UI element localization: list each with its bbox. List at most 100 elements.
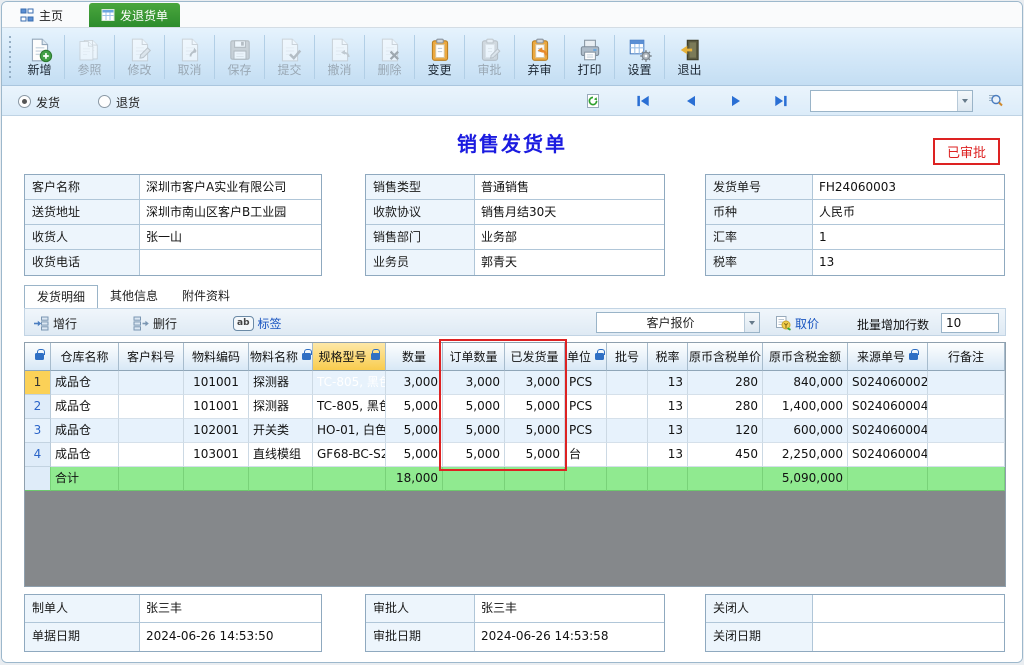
column-header[interactable]: 来源单号 [848, 343, 928, 371]
cell[interactable]: 840,000 [763, 371, 848, 395]
column-header[interactable]: 物料编码 [184, 343, 249, 371]
field-sales-type[interactable]: 普通销售 [475, 175, 664, 199]
cell[interactable]: 台 [565, 443, 607, 467]
column-header[interactable]: 订单数量 [443, 343, 505, 371]
next-record-icon[interactable] [727, 93, 745, 109]
field-customer-name[interactable]: 深圳市客户A实业有限公司 [140, 175, 321, 199]
field-payment-terms[interactable]: 销售月结30天 [475, 200, 664, 224]
cell[interactable] [607, 419, 648, 443]
field-approve-date[interactable]: 2024-06-26 14:53:58 [475, 623, 664, 651]
cell[interactable]: 成品仓 [51, 419, 119, 443]
print-button[interactable]: 打印 [566, 31, 613, 83]
field-currency[interactable]: 人民币 [813, 200, 1004, 224]
cell[interactable]: 280 [688, 395, 763, 419]
cell[interactable]: 5,000 [443, 443, 505, 467]
tab-other-info[interactable]: 其他信息 [98, 285, 170, 308]
reference-button[interactable]: 参照 [66, 31, 113, 83]
cell[interactable] [928, 419, 1005, 443]
cell[interactable]: 5,000 [443, 395, 505, 419]
cell[interactable]: 5,000 [505, 443, 565, 467]
cell[interactable] [607, 371, 648, 395]
first-record-icon[interactable] [634, 93, 652, 109]
cell[interactable]: 直线模组 [249, 443, 313, 467]
record-combo[interactable] [810, 90, 973, 112]
cell[interactable]: 101001 [184, 371, 249, 395]
field-delivery-address[interactable]: 深圳市南山区客户B工业园 [140, 200, 321, 224]
field-creator[interactable]: 张三丰 [140, 595, 321, 622]
column-header[interactable]: 税率 [648, 343, 688, 371]
cell[interactable]: TC-805, 黑色 [313, 371, 386, 395]
cell[interactable]: 5,000 [386, 419, 443, 443]
field-doc-date[interactable]: 2024-06-26 14:53:50 [140, 623, 321, 651]
column-header[interactable]: 行备注 [928, 343, 1005, 371]
unapprove-button[interactable]: 弃审 [516, 31, 563, 83]
toolbar-drag-handle[interactable] [7, 36, 12, 78]
tab-home[interactable]: 主页 [8, 3, 75, 27]
previous-record-icon[interactable] [682, 93, 700, 109]
cell[interactable]: S024060002 [848, 371, 928, 395]
column-header[interactable]: 规格型号 [313, 343, 386, 371]
tab-delivery-return[interactable]: 发退货单 [89, 3, 180, 27]
cell[interactable]: 5,000 [386, 395, 443, 419]
cell[interactable]: 2,250,000 [763, 443, 848, 467]
refresh-icon[interactable] [584, 93, 602, 109]
save-button[interactable]: 保存 [216, 31, 263, 83]
column-header[interactable]: 仓库名称 [51, 343, 119, 371]
cell[interactable]: 280 [688, 371, 763, 395]
record-combo-dropdown[interactable] [957, 91, 972, 111]
cell[interactable]: 开关类 [249, 419, 313, 443]
cell[interactable]: 13 [648, 371, 688, 395]
cancel-button[interactable]: 取消 [166, 31, 213, 83]
cell[interactable]: 3,000 [505, 371, 565, 395]
row-number[interactable]: 3 [25, 419, 51, 443]
column-header[interactable]: 单位 [565, 343, 607, 371]
last-record-icon[interactable] [772, 93, 790, 109]
modify-button[interactable]: 修改 [116, 31, 163, 83]
cell[interactable]: S024060004 [848, 395, 928, 419]
cell[interactable]: 成品仓 [51, 395, 119, 419]
field-consignee[interactable]: 张一山 [140, 225, 321, 249]
field-tax-rate[interactable]: 13 [813, 250, 1004, 275]
field-consignee-phone[interactable] [140, 250, 321, 275]
tab-delivery-detail[interactable]: 发货明细 [24, 285, 98, 308]
batch-add-input[interactable] [941, 313, 999, 333]
field-delivery-no[interactable]: FH24060003 [813, 175, 1004, 199]
cell[interactable]: 5,000 [505, 395, 565, 419]
row-number[interactable]: 4 [25, 443, 51, 467]
cell[interactable]: PCS [565, 395, 607, 419]
price-source-dropdown[interactable] [744, 313, 759, 332]
cell[interactable] [119, 443, 184, 467]
column-header[interactable]: 批号 [607, 343, 648, 371]
cell[interactable] [928, 371, 1005, 395]
change-button[interactable]: 变更 [416, 31, 463, 83]
row-selector-header[interactable] [25, 343, 51, 371]
add-row-button[interactable]: 增行 [33, 313, 77, 333]
new-button[interactable]: 新增 [16, 31, 63, 83]
cell[interactable]: PCS [565, 371, 607, 395]
cell[interactable]: 5,000 [505, 419, 565, 443]
column-header[interactable]: 原币含税金额 [763, 343, 848, 371]
column-header[interactable]: 客户料号 [119, 343, 184, 371]
cell[interactable]: 101001 [184, 395, 249, 419]
cell[interactable]: 探测器 [249, 395, 313, 419]
field-sales-dept[interactable]: 业务部 [475, 225, 664, 249]
field-salesman[interactable]: 郭青天 [475, 250, 664, 275]
cell[interactable]: 成品仓 [51, 443, 119, 467]
submit-button[interactable]: 提交 [266, 31, 313, 83]
field-close-date[interactable] [813, 623, 1004, 651]
cell[interactable] [119, 371, 184, 395]
column-header[interactable]: 已发货量 [505, 343, 565, 371]
cell[interactable]: 探测器 [249, 371, 313, 395]
row-number[interactable]: 1 [25, 371, 51, 395]
cell[interactable]: GF68-BC-S200 [313, 443, 386, 467]
cell[interactable]: PCS [565, 419, 607, 443]
price-source-combo[interactable]: 客户报价 [596, 312, 760, 333]
cell[interactable]: 450 [688, 443, 763, 467]
cell[interactable]: 600,000 [763, 419, 848, 443]
row-number[interactable]: 2 [25, 395, 51, 419]
cell[interactable]: 3,000 [443, 371, 505, 395]
cell[interactable]: 成品仓 [51, 371, 119, 395]
search-icon[interactable] [986, 92, 1004, 108]
radio-return[interactable] [98, 95, 111, 108]
exit-button[interactable]: 退出 [666, 31, 713, 83]
